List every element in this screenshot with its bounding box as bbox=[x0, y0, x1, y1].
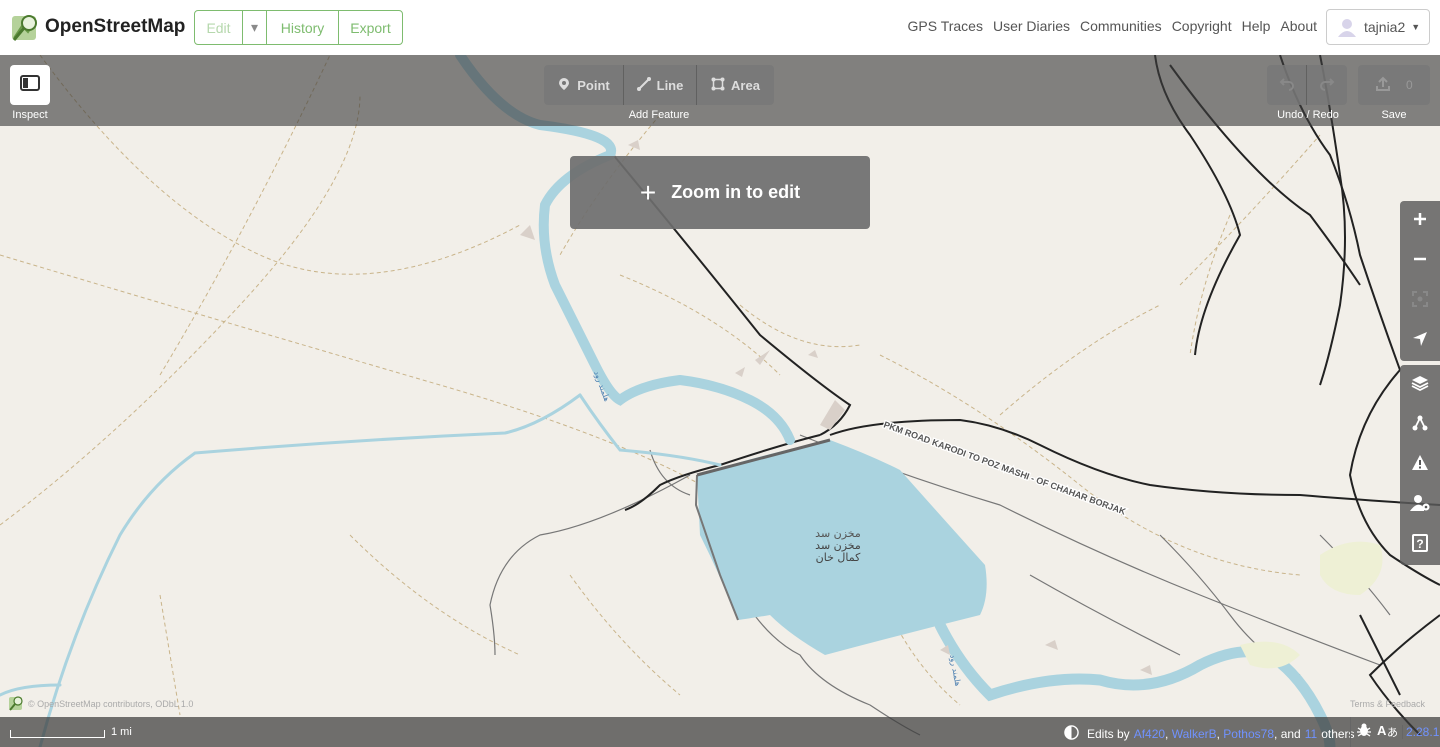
nav-user-diaries[interactable]: User Diaries bbox=[993, 18, 1070, 34]
undo-button[interactable] bbox=[1267, 65, 1307, 105]
history-panel-icon[interactable] bbox=[1064, 725, 1079, 743]
caret-down-icon: ▾ bbox=[250, 19, 259, 35]
top-toolbar: Inspect Point Line Area Add Feature Undo… bbox=[0, 55, 1440, 126]
edits-by-prefix: Edits by bbox=[1087, 727, 1130, 741]
farmland bbox=[1320, 541, 1383, 595]
map-data-button[interactable] bbox=[1400, 405, 1440, 445]
panel-controls: ? bbox=[1400, 365, 1440, 565]
map-data-icon bbox=[1411, 414, 1429, 437]
history-button[interactable]: History bbox=[267, 11, 339, 44]
redo-icon bbox=[1319, 75, 1335, 96]
add-area-label: Area bbox=[731, 77, 760, 93]
undo-icon bbox=[1279, 75, 1295, 96]
nav-communities[interactable]: Communities bbox=[1080, 18, 1162, 34]
undo-redo-label: Undo / Redo bbox=[1277, 109, 1339, 121]
add-point-button[interactable]: Point bbox=[544, 65, 624, 105]
add-point-label: Point bbox=[577, 77, 610, 93]
reservoir-label: کمال خان bbox=[816, 551, 861, 564]
edits-by: Edits by Af420, WalkerB, Pothos78, and 1… bbox=[1064, 725, 1355, 743]
site-logo[interactable]: OpenStreetMap bbox=[10, 12, 185, 42]
help-button[interactable]: ? bbox=[1400, 525, 1440, 565]
inspect-button[interactable] bbox=[10, 65, 50, 105]
warning-icon bbox=[1411, 454, 1429, 477]
area-icon bbox=[711, 77, 731, 94]
map-footer: 1 mi Edits by Af420, WalkerB, Pothos78, … bbox=[0, 717, 1440, 747]
nav-gps-traces[interactable]: GPS Traces bbox=[908, 18, 983, 34]
focus-icon bbox=[1412, 290, 1428, 312]
help-icon: ? bbox=[1412, 533, 1428, 557]
plus-icon bbox=[1413, 212, 1427, 231]
svg-text:あ: あ bbox=[1387, 726, 1397, 738]
attribution-text[interactable]: © OpenStreetMap contributors, ODbL 1.0 bbox=[28, 699, 193, 709]
svg-text:?: ? bbox=[1416, 537, 1423, 551]
scale-label: 1 mi bbox=[111, 726, 132, 738]
map-controls: ? bbox=[1400, 201, 1440, 567]
upload-icon bbox=[1375, 76, 1391, 95]
save-label: Save bbox=[1381, 109, 1407, 121]
secondary-nav: GPS Traces User Diaries Communities Copy… bbox=[898, 18, 1318, 34]
line-icon bbox=[636, 76, 657, 94]
zoom-out-button[interactable] bbox=[1400, 241, 1440, 281]
username: tajnia2 bbox=[1364, 19, 1406, 35]
plus-icon: + bbox=[639, 176, 657, 208]
layers-icon bbox=[1411, 374, 1429, 397]
scale-bar[interactable]: 1 mi bbox=[10, 727, 132, 738]
edit-button[interactable]: Edit bbox=[195, 11, 243, 44]
version-link[interactable]: 2.28.1 bbox=[1402, 725, 1439, 739]
edit-dropdown-button[interactable]: ▾ bbox=[243, 11, 267, 44]
nav-about[interactable]: About bbox=[1280, 18, 1317, 34]
save-button[interactable]: 0 bbox=[1358, 65, 1430, 105]
bug-icon[interactable] bbox=[1356, 722, 1372, 743]
zoom-to-selection-button[interactable] bbox=[1400, 281, 1440, 321]
and-label: and bbox=[1280, 727, 1301, 741]
zoom-in-button[interactable] bbox=[1400, 201, 1440, 241]
redo-button[interactable] bbox=[1307, 65, 1347, 105]
nav-copyright[interactable]: Copyright bbox=[1172, 18, 1232, 34]
location-arrow-icon bbox=[1412, 331, 1428, 352]
nav-help[interactable]: Help bbox=[1242, 18, 1271, 34]
caret-down-icon: ▼ bbox=[1411, 22, 1421, 32]
export-button[interactable]: Export bbox=[339, 11, 402, 44]
translate-icon[interactable]: Aあ bbox=[1377, 722, 1398, 743]
inspect-label: Inspect bbox=[12, 109, 48, 121]
osm-logo-icon bbox=[10, 12, 40, 42]
editor-link[interactable]: Af420 bbox=[1134, 727, 1165, 741]
footer-icons: Aあ bbox=[1350, 717, 1398, 747]
farmland bbox=[1240, 641, 1300, 669]
undo-redo-group bbox=[1267, 65, 1347, 105]
attribution: © OpenStreetMap contributors, ODbL 1.0 bbox=[8, 695, 193, 713]
osm-logo-icon bbox=[8, 695, 24, 713]
add-line-button[interactable]: Line bbox=[624, 65, 697, 105]
sidebar-toggle-icon bbox=[20, 74, 40, 96]
site-header: OpenStreetMap Edit ▾ History Export GPS … bbox=[0, 0, 1440, 55]
user-settings-icon bbox=[1410, 494, 1430, 517]
others-count-link[interactable]: 11 bbox=[1305, 727, 1317, 741]
scale-bar-line bbox=[10, 730, 105, 738]
add-feature-label: Add Feature bbox=[628, 109, 690, 121]
geolocate-button[interactable] bbox=[1400, 321, 1440, 361]
user-menu[interactable]: tajnia2 ▼ bbox=[1326, 9, 1430, 45]
zoom-controls bbox=[1400, 201, 1440, 361]
issues-button[interactable] bbox=[1400, 445, 1440, 485]
editor-link[interactable]: WalkerB bbox=[1172, 727, 1217, 741]
preferences-button[interactable] bbox=[1400, 485, 1440, 525]
add-area-button[interactable]: Area bbox=[697, 65, 774, 105]
site-name: OpenStreetMap bbox=[45, 16, 186, 37]
svg-text:A: A bbox=[1377, 723, 1387, 738]
save-count: 0 bbox=[1405, 78, 1413, 92]
map-pin-icon bbox=[557, 77, 577, 94]
zoom-in-to-edit-label: Zoom in to edit bbox=[671, 182, 801, 202]
minus-icon bbox=[1413, 252, 1427, 271]
terms-feedback-link[interactable]: Terms & Feedback bbox=[1350, 699, 1425, 709]
avatar bbox=[1337, 17, 1357, 37]
editor-link[interactable]: Pothos78 bbox=[1223, 727, 1274, 741]
edit-button-group: Edit ▾ History Export bbox=[194, 10, 403, 45]
map-canvas[interactable]: PKM ROAD KARODI TO POZ MASHI - OF CHAHAR… bbox=[0, 55, 1440, 747]
background-button[interactable] bbox=[1400, 365, 1440, 405]
add-feature-group: Point Line Area bbox=[544, 65, 774, 105]
add-line-label: Line bbox=[656, 77, 684, 93]
zoom-in-to-edit-button[interactable]: + Zoom in to edit bbox=[570, 156, 870, 229]
